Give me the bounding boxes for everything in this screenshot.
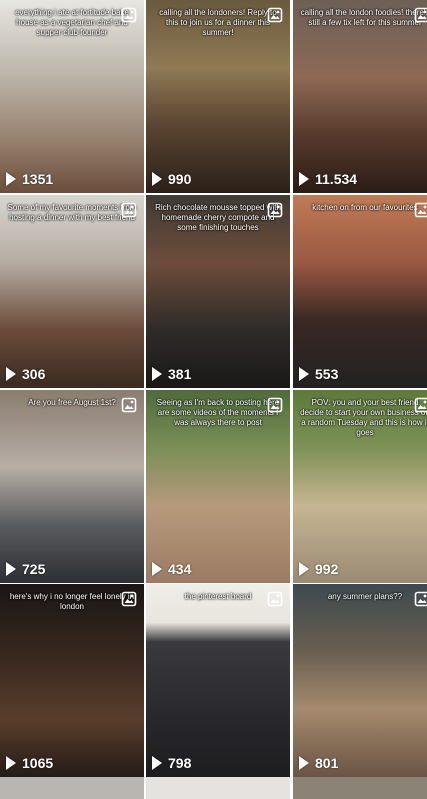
reel-tile[interactable]: kitchen on from our favourites 553 (293, 195, 427, 388)
reel-tile[interactable]: calling all the london foodies! there's … (293, 0, 427, 193)
view-count-number: 306 (22, 366, 46, 382)
reel-tile[interactable]: the pinterest board 798 (146, 584, 290, 777)
reel-thumbnail (293, 584, 427, 777)
multi-image-icon (121, 7, 137, 23)
view-count-number: 801 (315, 755, 339, 771)
reel-tile[interactable]: any summer plans?? 801 (293, 584, 427, 777)
reel-tile[interactable]: Are you free August 1st? 725 (0, 390, 144, 583)
reel-tile-partial[interactable] (0, 777, 144, 799)
play-icon (6, 367, 16, 381)
multi-image-icon (414, 591, 427, 607)
reel-caption: the pinterest board (184, 592, 252, 601)
reel-tile[interactable]: Some of my favourite moments from hostin… (0, 195, 144, 388)
play-icon (299, 367, 309, 381)
reel-thumbnail (0, 390, 144, 583)
multi-image-icon (267, 591, 283, 607)
view-count: 992 (299, 561, 338, 577)
reel-thumbnail (0, 195, 144, 388)
multi-image-icon (414, 7, 427, 23)
reel-tile[interactable]: calling all the londoners! Reply to this… (146, 0, 290, 193)
play-icon (6, 756, 16, 770)
multi-image-icon (267, 202, 283, 218)
view-count: 990 (152, 171, 191, 187)
view-count: 434 (152, 561, 191, 577)
reel-caption: POV: you and your best friend decide to … (300, 398, 427, 437)
view-count: 381 (152, 366, 191, 382)
view-count: 306 (6, 366, 45, 382)
play-icon (152, 562, 162, 576)
reel-caption: any summer plans?? (327, 592, 403, 601)
view-count-number: 992 (315, 561, 339, 577)
reel-tile[interactable]: Seeing as I'm back to posting here are s… (146, 390, 290, 583)
reel-tile[interactable]: Rich chocolate mousse topped with homema… (146, 195, 290, 388)
play-icon (152, 172, 162, 186)
view-count-number: 11.534 (315, 171, 358, 187)
reel-caption: here's why i no longer feel lonely in lo… (9, 592, 135, 611)
view-count-number: 798 (168, 755, 192, 771)
reel-thumbnail (293, 0, 427, 193)
view-count: 1351 (6, 171, 53, 187)
reel-caption: calling all the london foodies! there's … (300, 8, 427, 27)
play-icon (299, 756, 309, 770)
reel-caption: Are you free August 1st? (28, 398, 116, 407)
reel-caption: everything i ate at fortitude bake house… (15, 8, 129, 37)
view-count-number: 553 (315, 366, 339, 382)
reels-grid: everything i ate at fortitude bake house… (0, 0, 427, 799)
play-icon (299, 172, 309, 186)
multi-image-icon (267, 397, 283, 413)
view-count-number: 1351 (22, 171, 54, 187)
view-count: 553 (299, 366, 338, 382)
reel-thumbnail (0, 584, 144, 777)
multi-image-icon (121, 397, 137, 413)
reel-caption: calling all the londoners! Reply to this… (159, 8, 277, 37)
view-count: 11.534 (299, 171, 357, 187)
view-count: 725 (6, 561, 45, 577)
view-count-number: 381 (168, 366, 192, 382)
reel-caption: Rich chocolate mousse topped with homema… (155, 203, 281, 232)
reel-caption: kitchen on from our favourites (312, 203, 418, 212)
play-icon (6, 562, 16, 576)
reel-caption: Some of my favourite moments from hostin… (7, 203, 137, 222)
multi-image-icon (121, 202, 137, 218)
view-count-number: 725 (22, 561, 46, 577)
play-icon (6, 172, 16, 186)
reel-tile[interactable]: POV: you and your best friend decide to … (293, 390, 427, 583)
reel-tile-partial[interactable] (146, 777, 290, 799)
multi-image-icon (414, 397, 427, 413)
play-icon (299, 562, 309, 576)
multi-image-icon (414, 202, 427, 218)
view-count: 798 (152, 755, 191, 771)
view-count-number: 1065 (22, 755, 54, 771)
play-icon (152, 367, 162, 381)
multi-image-icon (121, 591, 137, 607)
reel-thumbnail (146, 584, 290, 777)
play-icon (152, 756, 162, 770)
reel-thumbnail (293, 195, 427, 388)
multi-image-icon (267, 7, 283, 23)
reel-tile[interactable]: everything i ate at fortitude bake house… (0, 0, 144, 193)
view-count-number: 434 (168, 561, 192, 577)
view-count: 801 (299, 755, 338, 771)
reel-tile[interactable]: here's why i no longer feel lonely in lo… (0, 584, 144, 777)
reel-caption: Seeing as I'm back to posting here are s… (156, 398, 280, 427)
view-count: 1065 (6, 755, 53, 771)
view-count-number: 990 (168, 171, 192, 187)
reel-tile-partial[interactable] (293, 777, 427, 799)
